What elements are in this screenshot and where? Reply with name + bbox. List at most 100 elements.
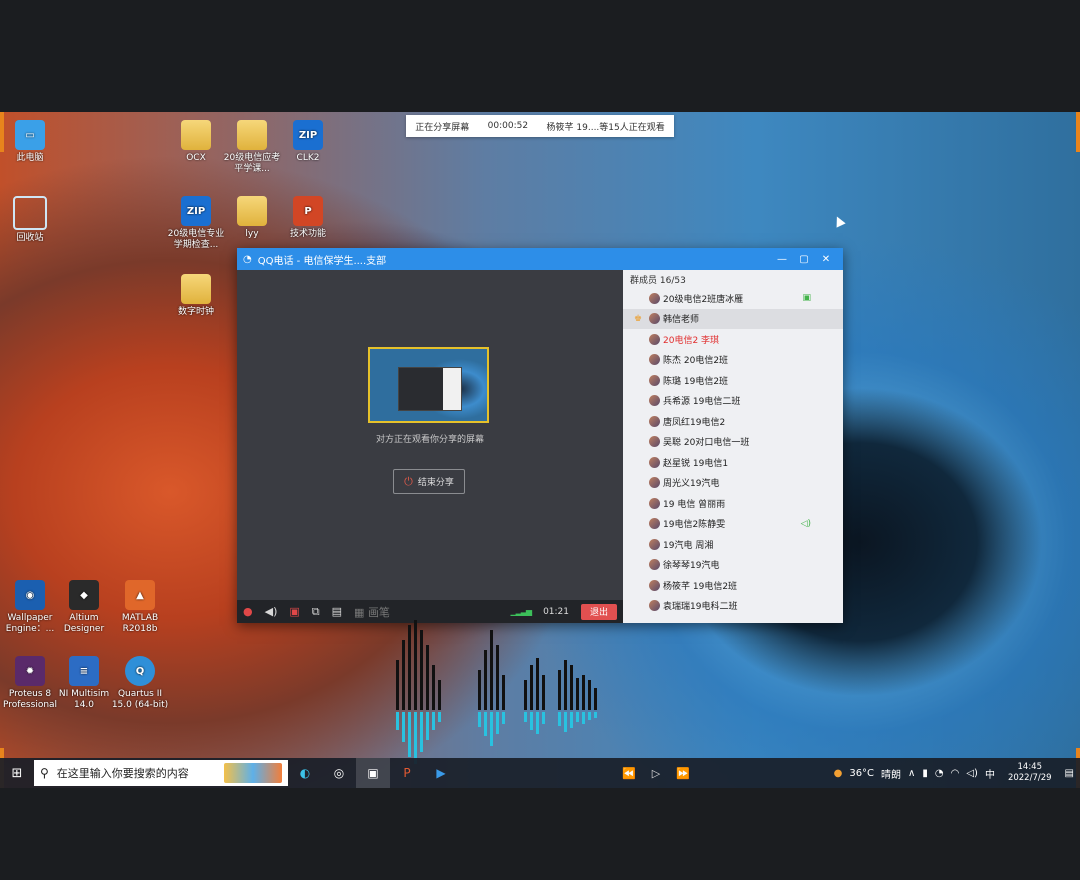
member-name: 袁瑞瑞19电科二班 [663,602,738,613]
avatar [649,415,660,427]
desktop-icon-ocx[interactable]: OCX [166,120,226,164]
desktop-icon-label: NI Multisim 14.0 [58,689,110,710]
avatar [649,456,660,468]
desktop-icon-wallpaper-engine[interactable]: ◉ Wallpaper Engine：... [0,580,60,635]
next-track-icon[interactable]: ⏩ [676,767,690,780]
avatar [649,559,660,571]
exit-call-button[interactable]: 退出 [581,603,617,620]
desktop-icon-ppt[interactable]: P 技术功能 [278,196,338,240]
member-row[interactable]: 陈杰 20电信2班 [623,350,843,371]
member-row[interactable]: 兵希源 19电信二班 [623,391,843,412]
zip-icon: ZIP [293,120,323,150]
share-viewers: 杨筱芊 19....等15人正在观看 [546,122,665,133]
maximize-button[interactable]: ▢ [793,254,815,265]
avatar [649,395,660,407]
qq-title-bar[interactable]: ◔ QQ电话 - 电信保学生....支部 — ▢ ✕ [237,248,843,270]
screen-share-icon[interactable]: ⧉ [312,605,320,619]
member-row[interactable]: 20电信2 李琪 [623,329,843,350]
member-name: 唐凤红19电信2 [663,417,726,428]
tray-expand-icon[interactable]: ∧ [908,768,915,779]
desktop-icon-altium[interactable]: ◆ Altium Designer [54,580,114,635]
microphone-icon[interactable]: ● [243,605,253,618]
weather-icon[interactable]: ● [834,768,843,779]
presentation-icon[interactable]: ▤ [332,605,342,618]
member-row[interactable]: 赵星锐 19电信1 [623,452,843,473]
start-button[interactable]: ⊞ [0,766,34,781]
stop-share-button[interactable]: ⏻ 结束分享 [393,469,465,494]
preview-hint: 对方正在观看你分享的屏幕 [375,435,484,445]
usb-icon[interactable]: ▮ [922,768,928,779]
volume-icon[interactable]: ◁) [966,768,978,779]
media-player-icon[interactable]: ▶ [424,758,458,788]
avatar [649,354,660,366]
ppt-icon: P [293,196,323,226]
taskbar-search-box[interactable]: ⚲ 在这里输入你要搜索的内容 [34,760,288,786]
desktop-icon-multisim[interactable]: ≡ NI Multisim 14.0 [54,656,114,711]
altium-icon: ◆ [69,580,99,610]
member-name: 赵星锐 19电信1 [663,458,729,469]
member-row[interactable]: ♚ 韩信老师 [623,308,843,329]
member-row[interactable]: 杨筱芊 19电信2班 [623,575,843,596]
member-name: 20级电信2班唐冰雁 [663,294,744,305]
desktop-icon-proteus[interactable]: ✹ Proteus 8 Professional [0,656,60,711]
taskbar-clock[interactable]: 14:45 2022/7/29 [1008,762,1052,784]
qq-tray-icon[interactable]: ◔ [935,768,944,779]
search-icon: ⚲ [40,766,49,780]
recycle-bin-icon [13,196,47,230]
desktop-icon-quartus[interactable]: Q Quartus II 15.0 (64-bit) [110,656,170,711]
desktop-icon-lyy[interactable]: lyy [222,196,282,240]
minimize-button[interactable]: — [771,254,793,265]
desktop-icon-label: 20级电信专业学期检查... [167,229,225,250]
desktop-icon-recycle-bin[interactable]: 回收站 [0,196,60,244]
desktop-icon-digital-clock[interactable]: 数字时钟 [166,274,226,318]
host-icon: ♚ [634,313,643,324]
avatar [649,518,660,530]
desktop-icon-label: 20级电信应考平学课... [223,153,281,174]
network-icon[interactable]: ◠ [951,768,960,779]
edge-browser-icon[interactable]: ◐ [288,758,322,788]
weather-desc[interactable]: 晴朗 [881,766,901,781]
speaker-icon[interactable]: ◀) [265,605,278,618]
member-row[interactable]: 陈璐 19电信2班 [623,370,843,391]
member-row[interactable]: 19汽电 周湘 [623,534,843,555]
steam-icon[interactable]: ◎ [322,758,356,788]
pen-tool-label: 画笔 [367,605,390,619]
stop-share-label: 结束分享 [417,478,454,488]
avatar [649,436,660,448]
desktop-icon-label: lyy [245,229,259,239]
pen-tool-button[interactable]: ▦ 画笔 [354,604,390,620]
app-window-icon[interactable]: ▣ [356,758,390,788]
member-name: 吴聪 20对口电信一班 [663,438,750,449]
member-row[interactable]: 周光义19汽电 [623,473,843,494]
desktop-icon-label: 数字时钟 [177,307,214,317]
system-tray: ● 36°C 晴朗 ∧ ▮ ◔ ◠ ◁) 中 14:45 2022/7/29 ▤ [834,762,1080,784]
member-row[interactable]: 20级电信2班唐冰雁 ▣ [623,288,843,309]
avatar [649,333,660,345]
desktop-icon-folder-2[interactable]: 20级电信应考平学课... [222,120,282,175]
camera-off-icon[interactable]: ▣ [289,605,299,618]
powerpoint-icon[interactable]: P [390,758,424,788]
preview-window [398,367,462,411]
speaking-icon: ◁) [800,518,811,529]
member-row[interactable]: 徐琴琴19汽电 [623,555,843,576]
zip-icon: ZIP [181,196,211,226]
member-row[interactable]: 19 电信 曾丽雨 [623,493,843,514]
weather-temp[interactable]: 36°C [849,768,874,779]
avatar [649,579,660,591]
member-name: 陈杰 20电信2班 [663,356,729,367]
member-row[interactable]: 19电信2陈静雯 ◁) [623,514,843,535]
desktop-icon-this-pc[interactable]: ▭ 此电脑 [0,120,60,164]
notification-icon[interactable]: ▤ [1065,768,1074,779]
member-row[interactable]: 袁瑞瑞19电科二班 [623,596,843,617]
close-button[interactable]: ✕ [815,254,837,265]
member-row[interactable]: 吴聪 20对口电信一班 [623,432,843,453]
member-row[interactable]: 唐凤红19电信2 [623,411,843,432]
ime-indicator[interactable]: 中 [985,766,995,781]
matlab-icon: ▲ [125,580,155,610]
desktop-icon-matlab[interactable]: ▲ MATLAB R2018b [110,580,170,635]
media-controls: ⏪ ▷ ⏩ [622,767,690,780]
play-icon[interactable]: ▷ [652,767,660,780]
desktop-icon-clk2[interactable]: ZIP CLK2 [278,120,338,164]
desktop-icon-zip-2[interactable]: ZIP 20级电信专业学期检查... [166,196,226,251]
previous-track-icon[interactable]: ⏪ [622,767,636,780]
